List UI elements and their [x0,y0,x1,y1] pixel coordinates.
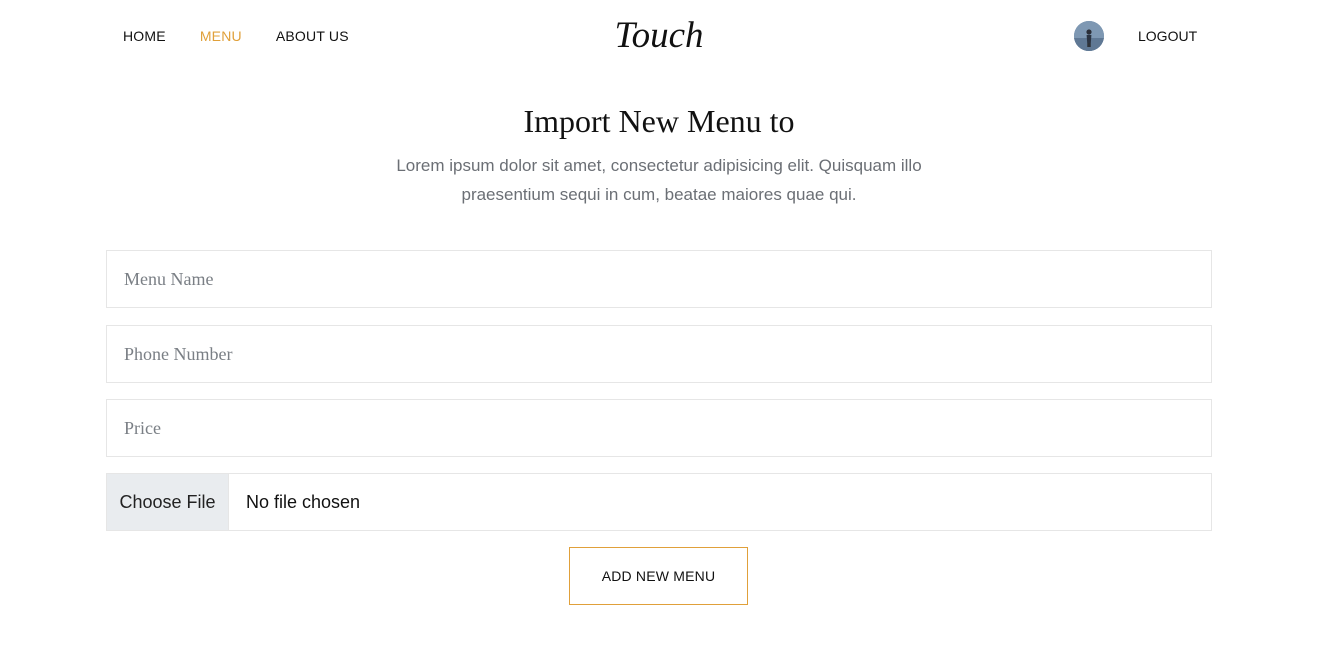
add-new-menu-button[interactable]: ADD NEW MENU [569,547,748,605]
nav-item-about-us[interactable]: ABOUT US [276,28,349,44]
file-status-text: No file chosen [246,491,361,512]
choose-file-button[interactable]: Choose File [107,474,229,530]
price-input[interactable] [107,400,1211,456]
nav-item-home[interactable]: HOME [123,28,166,44]
avatar-photo-icon [1074,21,1104,51]
nav-item-menu[interactable]: MENU [200,28,242,44]
phone-field-wrapper [106,325,1212,383]
page-title: Import New Menu to [523,103,795,139]
menu-name-input[interactable] [107,251,1211,307]
phone-number-input[interactable] [107,326,1211,382]
page-subtitle: Lorem ipsum dolor sit amet, consectetur … [396,156,922,204]
logout-link[interactable]: LOGOUT [1138,28,1197,44]
user-avatar[interactable] [1074,21,1104,51]
file-input-field[interactable]: Choose File No file chosen [106,473,1212,531]
price-field-wrapper [106,399,1212,457]
menu-name-field-wrapper [106,250,1212,308]
site-header: HOME MENU ABOUT US Touch LOGOUT [0,0,1318,72]
main-nav: HOME MENU ABOUT US [123,28,383,44]
site-logo[interactable]: Touch [614,15,703,56]
page: HOME MENU ABOUT US Touch LOGOUT Import N… [0,0,1318,651]
